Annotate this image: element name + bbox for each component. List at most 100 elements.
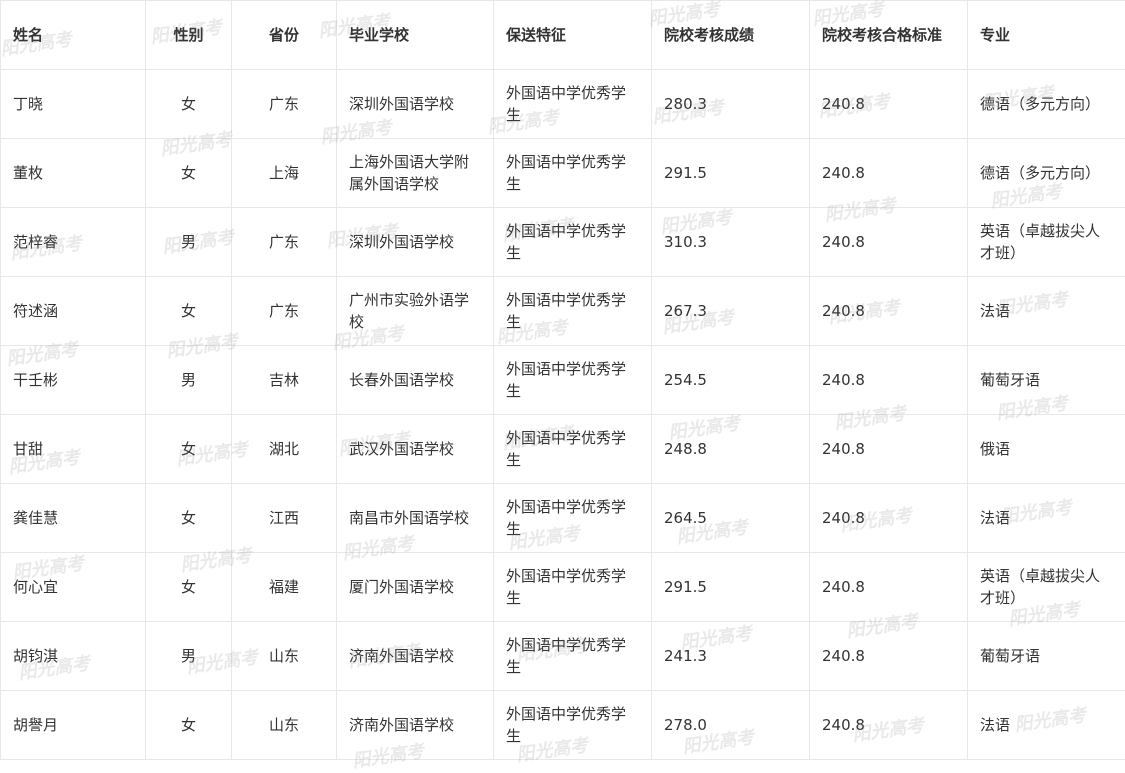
school-cell: 武汉外国语学校 [337, 415, 494, 484]
gender-cell: 女 [146, 277, 232, 346]
province-cell: 广东 [232, 277, 337, 346]
table-row: 范梓睿男广东深圳外国语学校外国语中学优秀学生310.3240.8英语（卓越拔尖人… [1, 208, 1125, 277]
school-cell: 深圳外国语学校 [337, 70, 494, 139]
standard-cell: 240.8 [810, 622, 968, 691]
table-body: 丁晓女广东深圳外国语学校外国语中学优秀学生280.3240.8德语（多元方向）董… [1, 70, 1125, 760]
province-cell: 福建 [232, 553, 337, 622]
score-cell: 248.8 [652, 415, 810, 484]
gender-cell: 女 [146, 484, 232, 553]
gender-cell: 女 [146, 691, 232, 760]
gender-cell: 女 [146, 553, 232, 622]
school-cell: 济南外国语学校 [337, 622, 494, 691]
header-name: 姓名 [1, 1, 146, 70]
admission-table: 姓名 性别 省份 毕业学校 保送特征 院校考核成绩 院校考核合格标准 专业 丁晓… [0, 0, 1125, 760]
school-cell: 上海外国语大学附属外国语学校 [337, 139, 494, 208]
table-row: 符述涵女广东广州市实验外语学校外国语中学优秀学生267.3240.8法语 [1, 277, 1125, 346]
province-cell: 山东 [232, 691, 337, 760]
table-header: 姓名 性别 省份 毕业学校 保送特征 院校考核成绩 院校考核合格标准 专业 [1, 1, 1125, 70]
school-cell: 深圳外国语学校 [337, 208, 494, 277]
gender-cell: 女 [146, 139, 232, 208]
feature-cell: 外国语中学优秀学生 [494, 691, 652, 760]
gender-cell: 男 [146, 622, 232, 691]
table-row: 董枚女上海上海外国语大学附属外国语学校外国语中学优秀学生291.5240.8德语… [1, 139, 1125, 208]
name-cell: 丁晓 [1, 70, 146, 139]
table-row: 胡譽月女山东济南外国语学校外国语中学优秀学生278.0240.8法语 [1, 691, 1125, 760]
major-cell: 俄语 [968, 415, 1125, 484]
score-cell: 291.5 [652, 139, 810, 208]
name-cell: 甘甜 [1, 415, 146, 484]
major-cell: 法语 [968, 691, 1125, 760]
score-cell: 241.3 [652, 622, 810, 691]
name-cell: 何心宜 [1, 553, 146, 622]
major-cell: 葡萄牙语 [968, 622, 1125, 691]
score-cell: 310.3 [652, 208, 810, 277]
header-gender: 性别 [146, 1, 232, 70]
major-cell: 德语（多元方向） [968, 139, 1125, 208]
province-cell: 江西 [232, 484, 337, 553]
major-cell: 德语（多元方向） [968, 70, 1125, 139]
header-feature: 保送特征 [494, 1, 652, 70]
major-cell: 法语 [968, 484, 1125, 553]
name-cell: 龚佳慧 [1, 484, 146, 553]
province-cell: 湖北 [232, 415, 337, 484]
score-cell: 254.5 [652, 346, 810, 415]
major-cell: 英语（卓越拔尖人才班） [968, 208, 1125, 277]
school-cell: 长春外国语学校 [337, 346, 494, 415]
standard-cell: 240.8 [810, 691, 968, 760]
school-cell: 济南外国语学校 [337, 691, 494, 760]
gender-cell: 女 [146, 415, 232, 484]
name-cell: 董枚 [1, 139, 146, 208]
score-cell: 291.5 [652, 553, 810, 622]
province-cell: 山东 [232, 622, 337, 691]
province-cell: 广东 [232, 70, 337, 139]
header-school: 毕业学校 [337, 1, 494, 70]
table-row: 何心宜女福建厦门外国语学校外国语中学优秀学生291.5240.8英语（卓越拔尖人… [1, 553, 1125, 622]
gender-cell: 女 [146, 70, 232, 139]
header-score: 院校考核成绩 [652, 1, 810, 70]
feature-cell: 外国语中学优秀学生 [494, 346, 652, 415]
feature-cell: 外国语中学优秀学生 [494, 139, 652, 208]
standard-cell: 240.8 [810, 139, 968, 208]
table-row: 丁晓女广东深圳外国语学校外国语中学优秀学生280.3240.8德语（多元方向） [1, 70, 1125, 139]
gender-cell: 男 [146, 208, 232, 277]
standard-cell: 240.8 [810, 70, 968, 139]
school-cell: 厦门外国语学校 [337, 553, 494, 622]
standard-cell: 240.8 [810, 415, 968, 484]
feature-cell: 外国语中学优秀学生 [494, 208, 652, 277]
name-cell: 胡钧淇 [1, 622, 146, 691]
header-standard: 院校考核合格标准 [810, 1, 968, 70]
school-cell: 南昌市外国语学校 [337, 484, 494, 553]
name-cell: 符述涵 [1, 277, 146, 346]
major-cell: 法语 [968, 277, 1125, 346]
header-province: 省份 [232, 1, 337, 70]
standard-cell: 240.8 [810, 277, 968, 346]
feature-cell: 外国语中学优秀学生 [494, 277, 652, 346]
province-cell: 吉林 [232, 346, 337, 415]
name-cell: 胡譽月 [1, 691, 146, 760]
name-cell: 范梓睿 [1, 208, 146, 277]
standard-cell: 240.8 [810, 346, 968, 415]
score-cell: 278.0 [652, 691, 810, 760]
name-cell: 干壬彬 [1, 346, 146, 415]
province-cell: 广东 [232, 208, 337, 277]
major-cell: 英语（卓越拔尖人才班） [968, 553, 1125, 622]
standard-cell: 240.8 [810, 208, 968, 277]
header-major: 专业 [968, 1, 1125, 70]
header-row: 姓名 性别 省份 毕业学校 保送特征 院校考核成绩 院校考核合格标准 专业 [1, 1, 1125, 70]
province-cell: 上海 [232, 139, 337, 208]
table-row: 干壬彬男吉林长春外国语学校外国语中学优秀学生254.5240.8葡萄牙语 [1, 346, 1125, 415]
feature-cell: 外国语中学优秀学生 [494, 622, 652, 691]
school-cell: 广州市实验外语学校 [337, 277, 494, 346]
score-cell: 280.3 [652, 70, 810, 139]
table-row: 甘甜女湖北武汉外国语学校外国语中学优秀学生248.8240.8俄语 [1, 415, 1125, 484]
major-cell: 葡萄牙语 [968, 346, 1125, 415]
table-row: 胡钧淇男山东济南外国语学校外国语中学优秀学生241.3240.8葡萄牙语 [1, 622, 1125, 691]
score-cell: 264.5 [652, 484, 810, 553]
score-cell: 267.3 [652, 277, 810, 346]
feature-cell: 外国语中学优秀学生 [494, 70, 652, 139]
standard-cell: 240.8 [810, 553, 968, 622]
gender-cell: 男 [146, 346, 232, 415]
standard-cell: 240.8 [810, 484, 968, 553]
feature-cell: 外国语中学优秀学生 [494, 484, 652, 553]
table-row: 龚佳慧女江西南昌市外国语学校外国语中学优秀学生264.5240.8法语 [1, 484, 1125, 553]
